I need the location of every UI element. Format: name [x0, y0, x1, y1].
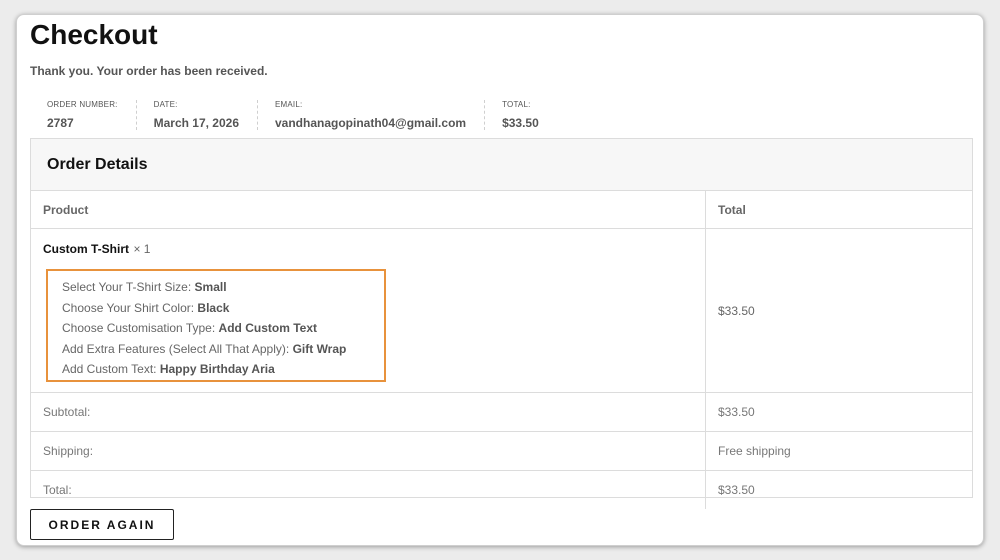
order-email: EMAIL: vandhanagopinath04@gmail.com [258, 100, 486, 130]
checkout-card: Checkout Thank you. Your order has been … [16, 14, 984, 546]
option-item: Choose Your Shirt Color: Black [62, 298, 384, 319]
total-column-header: Total [718, 202, 746, 217]
subtotal-label: Subtotal: [31, 392, 706, 432]
order-total: TOTAL: $33.50 [485, 100, 557, 130]
option-item: Select Your T-Shirt Size: Small [62, 277, 384, 298]
order-total-label: TOTAL: [502, 100, 531, 109]
order-details-title: Order Details [47, 155, 148, 173]
subtotal-value: $33.50 [705, 392, 972, 432]
option-label: Choose Customisation Type: [62, 321, 216, 335]
total-row: Total: $33.50 [31, 470, 972, 509]
shipping-value: Free shipping [705, 431, 972, 471]
subtotal-row: Subtotal: $33.50 [31, 392, 972, 432]
option-value: Gift Wrap [292, 341, 347, 356]
option-label: Select Your T-Shirt Size: [62, 280, 192, 294]
product-quantity: × 1 [133, 242, 151, 256]
option-label: Add Custom Text: [62, 362, 157, 376]
option-label: Choose Your Shirt Color: [62, 300, 195, 315]
order-again-button[interactable]: ORDER AGAIN [30, 509, 174, 540]
page-title: Checkout [30, 19, 158, 50]
order-number-label: ORDER NUMBER: [47, 100, 118, 109]
total-label: Total: [31, 470, 706, 509]
product-cell: Custom T-Shirt × 1 Select Your T-Shirt S… [31, 228, 706, 393]
product-options-box: Select Your T-Shirt Size: Small Choose Y… [46, 269, 386, 382]
order-email-value: vandhanagopinath04@gmail.com [275, 116, 467, 130]
total-value: $33.50 [705, 470, 972, 509]
order-email-label: EMAIL: [275, 100, 303, 109]
option-item: Add Extra Features (Select All That Appl… [62, 339, 384, 360]
product-column-header: Product [31, 191, 706, 229]
order-details-section: Order Details Product Total Custom T-Shi… [30, 138, 973, 509]
shipping-row: Shipping: Free shipping [31, 431, 972, 471]
order-number-value: 2787 [47, 116, 74, 130]
option-item: Choose Customisation Type: Add Custom Te… [62, 318, 384, 339]
order-date-value: March 17, 2026 [153, 116, 239, 130]
option-label: Add Extra Features (Select All That Appl… [62, 341, 290, 356]
thank-you-message: Thank you. Your order has been received. [30, 64, 268, 78]
option-value: Small [194, 280, 227, 294]
order-details-header: Order Details [31, 139, 972, 191]
order-number: ORDER NUMBER: 2787 [30, 100, 137, 130]
shipping-label: Shipping: [31, 431, 706, 471]
product-name: Custom T-Shirt [43, 242, 129, 256]
option-value: Add Custom Text [218, 321, 317, 335]
order-date-label: DATE: [153, 100, 178, 109]
order-date: DATE: March 17, 2026 [137, 100, 258, 130]
order-total-value: $33.50 [502, 116, 539, 130]
option-item: Add Custom Text: Happy Birthday Aria [62, 359, 384, 380]
table-row: Custom T-Shirt × 1 Select Your T-Shirt S… [31, 228, 972, 393]
table-header-row: Product Total [31, 191, 972, 229]
option-value: Black [197, 300, 230, 315]
order-details-table: Product Total Custom T-Shirt × 1 Select … [31, 191, 972, 509]
product-total: $33.50 [705, 228, 972, 393]
order-overview: ORDER NUMBER: 2787 DATE: March 17, 2026 … [30, 100, 557, 130]
option-value: Happy Birthday Aria [159, 362, 275, 376]
